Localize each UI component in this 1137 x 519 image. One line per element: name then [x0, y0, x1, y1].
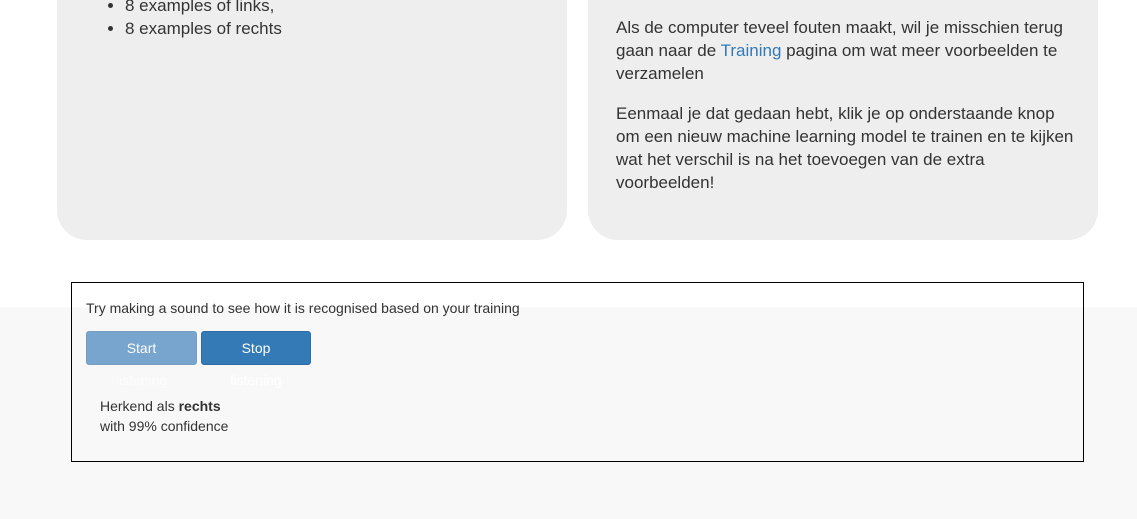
- start-listening-button[interactable]: Start listening: [86, 331, 197, 388]
- info-text: Als de computer teveel fouten maakt, wil…: [616, 16, 1076, 211]
- test-instructions: Try making a sound to see how it is reco…: [86, 300, 520, 316]
- recognised-label-line: Herkend als rechts: [100, 396, 228, 416]
- retrain-hint-paragraph: Als de computer teveel fouten maakt, wil…: [616, 16, 1076, 85]
- training-link[interactable]: Training: [721, 41, 782, 60]
- list-item: 8 examples of rechts: [125, 17, 282, 40]
- recognised-prefix: Herkend als: [100, 398, 179, 414]
- list-item: 8 examples of links,: [125, 0, 282, 17]
- recognition-result: Herkend als rechts with 99% confidence: [100, 396, 228, 436]
- confidence-text: with 99% confidence: [100, 418, 229, 434]
- info-panel: Als de computer teveel fouten maakt, wil…: [588, 0, 1098, 240]
- recognised-label: rechts: [178, 398, 221, 414]
- test-panel: Try making a sound to see how it is reco…: [71, 282, 1084, 462]
- stop-listening-button[interactable]: Stop listening: [201, 331, 311, 388]
- examples-panel: 8 examples of links, 8 examples of recht…: [57, 0, 567, 240]
- retrain-instructions-paragraph: Eenmaal je dat gedaan hebt, klik je op o…: [616, 104, 1074, 192]
- examples-list: 8 examples of links, 8 examples of recht…: [57, 0, 282, 40]
- page: 8 examples of links, 8 examples of recht…: [0, 0, 1137, 519]
